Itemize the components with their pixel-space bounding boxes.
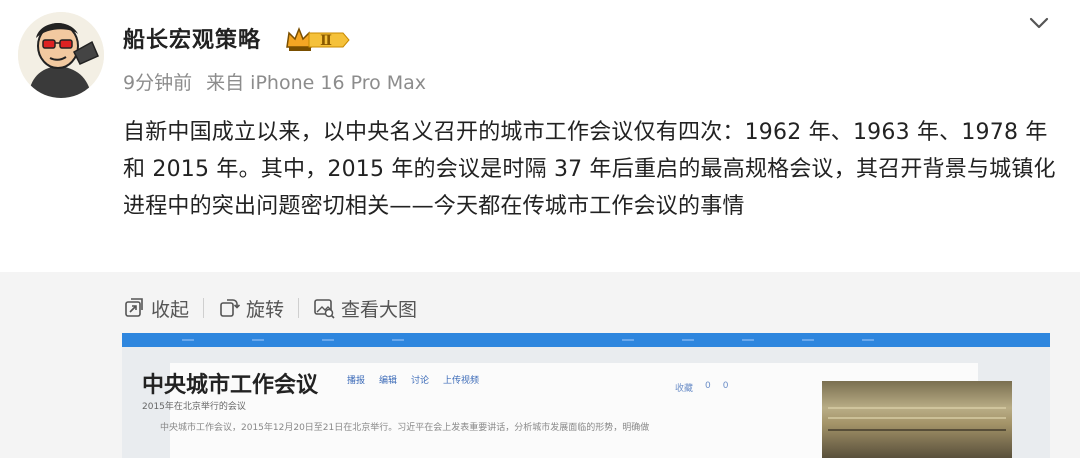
- image-body-line: 中央城市工作会议，2015年12月20日至21日在北京举行。习近平在会上发表重要…: [160, 423, 650, 433]
- image-action-broadcast: 播报: [347, 376, 366, 386]
- conference-photo: [822, 381, 1012, 458]
- vip-badge[interactable]: Ⅱ: [285, 25, 351, 53]
- collapse-button[interactable]: 收起: [123, 295, 189, 322]
- view-large-label: 查看大图: [341, 298, 418, 321]
- image-toolbar: 收起 旋转 查看大图: [123, 294, 417, 322]
- post-source[interactable]: 来自 iPhone 16 Pro Max: [206, 72, 426, 94]
- view-large-button[interactable]: 查看大图: [313, 295, 417, 322]
- more-button[interactable]: [1024, 8, 1054, 38]
- post-image[interactable]: 收藏 0 0 中央城市工作会议 播报 编辑 讨论 上传视频 2015年在北京举行…: [122, 333, 1050, 458]
- image-stats: 收藏 0 0: [675, 381, 740, 394]
- post-time: 9分钟前: [123, 72, 193, 94]
- rotate-label: 旋转: [246, 298, 285, 321]
- rotate-icon: [220, 299, 241, 317]
- share-count: 0: [722, 381, 729, 391]
- image-action-discuss: 讨论: [411, 376, 430, 386]
- post-content: 自新中国成立以来，以中央名义召开的城市工作会议仅有四次：1962 年、1963 …: [123, 120, 1056, 219]
- like-count: 0: [705, 381, 711, 391]
- image-action-edit: 编辑: [379, 376, 398, 386]
- post-meta: 9分钟前 来自 iPhone 16 Pro Max: [123, 68, 434, 95]
- rotate-button[interactable]: 旋转: [218, 295, 284, 322]
- favorite-stat: 收藏: [675, 384, 694, 394]
- image-title: 中央城市工作会议: [142, 373, 319, 398]
- image-top-bar: [122, 333, 1050, 347]
- vip-level: Ⅱ: [320, 33, 332, 49]
- divider: [203, 298, 205, 318]
- crown-icon: [286, 26, 312, 51]
- divider: [298, 298, 300, 318]
- image-view-icon: [314, 299, 335, 319]
- image-subtitle: 2015年在北京举行的会议: [142, 402, 246, 412]
- username[interactable]: 船长宏观策略: [123, 22, 261, 54]
- chevron-down-icon: [1029, 17, 1049, 29]
- avatar[interactable]: [18, 12, 104, 98]
- image-action-upload-video: 上传视频: [443, 376, 480, 386]
- image-actions: 播报 编辑 讨论 上传视频: [347, 373, 493, 386]
- collapse-icon: [125, 298, 143, 317]
- collapse-label: 收起: [151, 298, 190, 321]
